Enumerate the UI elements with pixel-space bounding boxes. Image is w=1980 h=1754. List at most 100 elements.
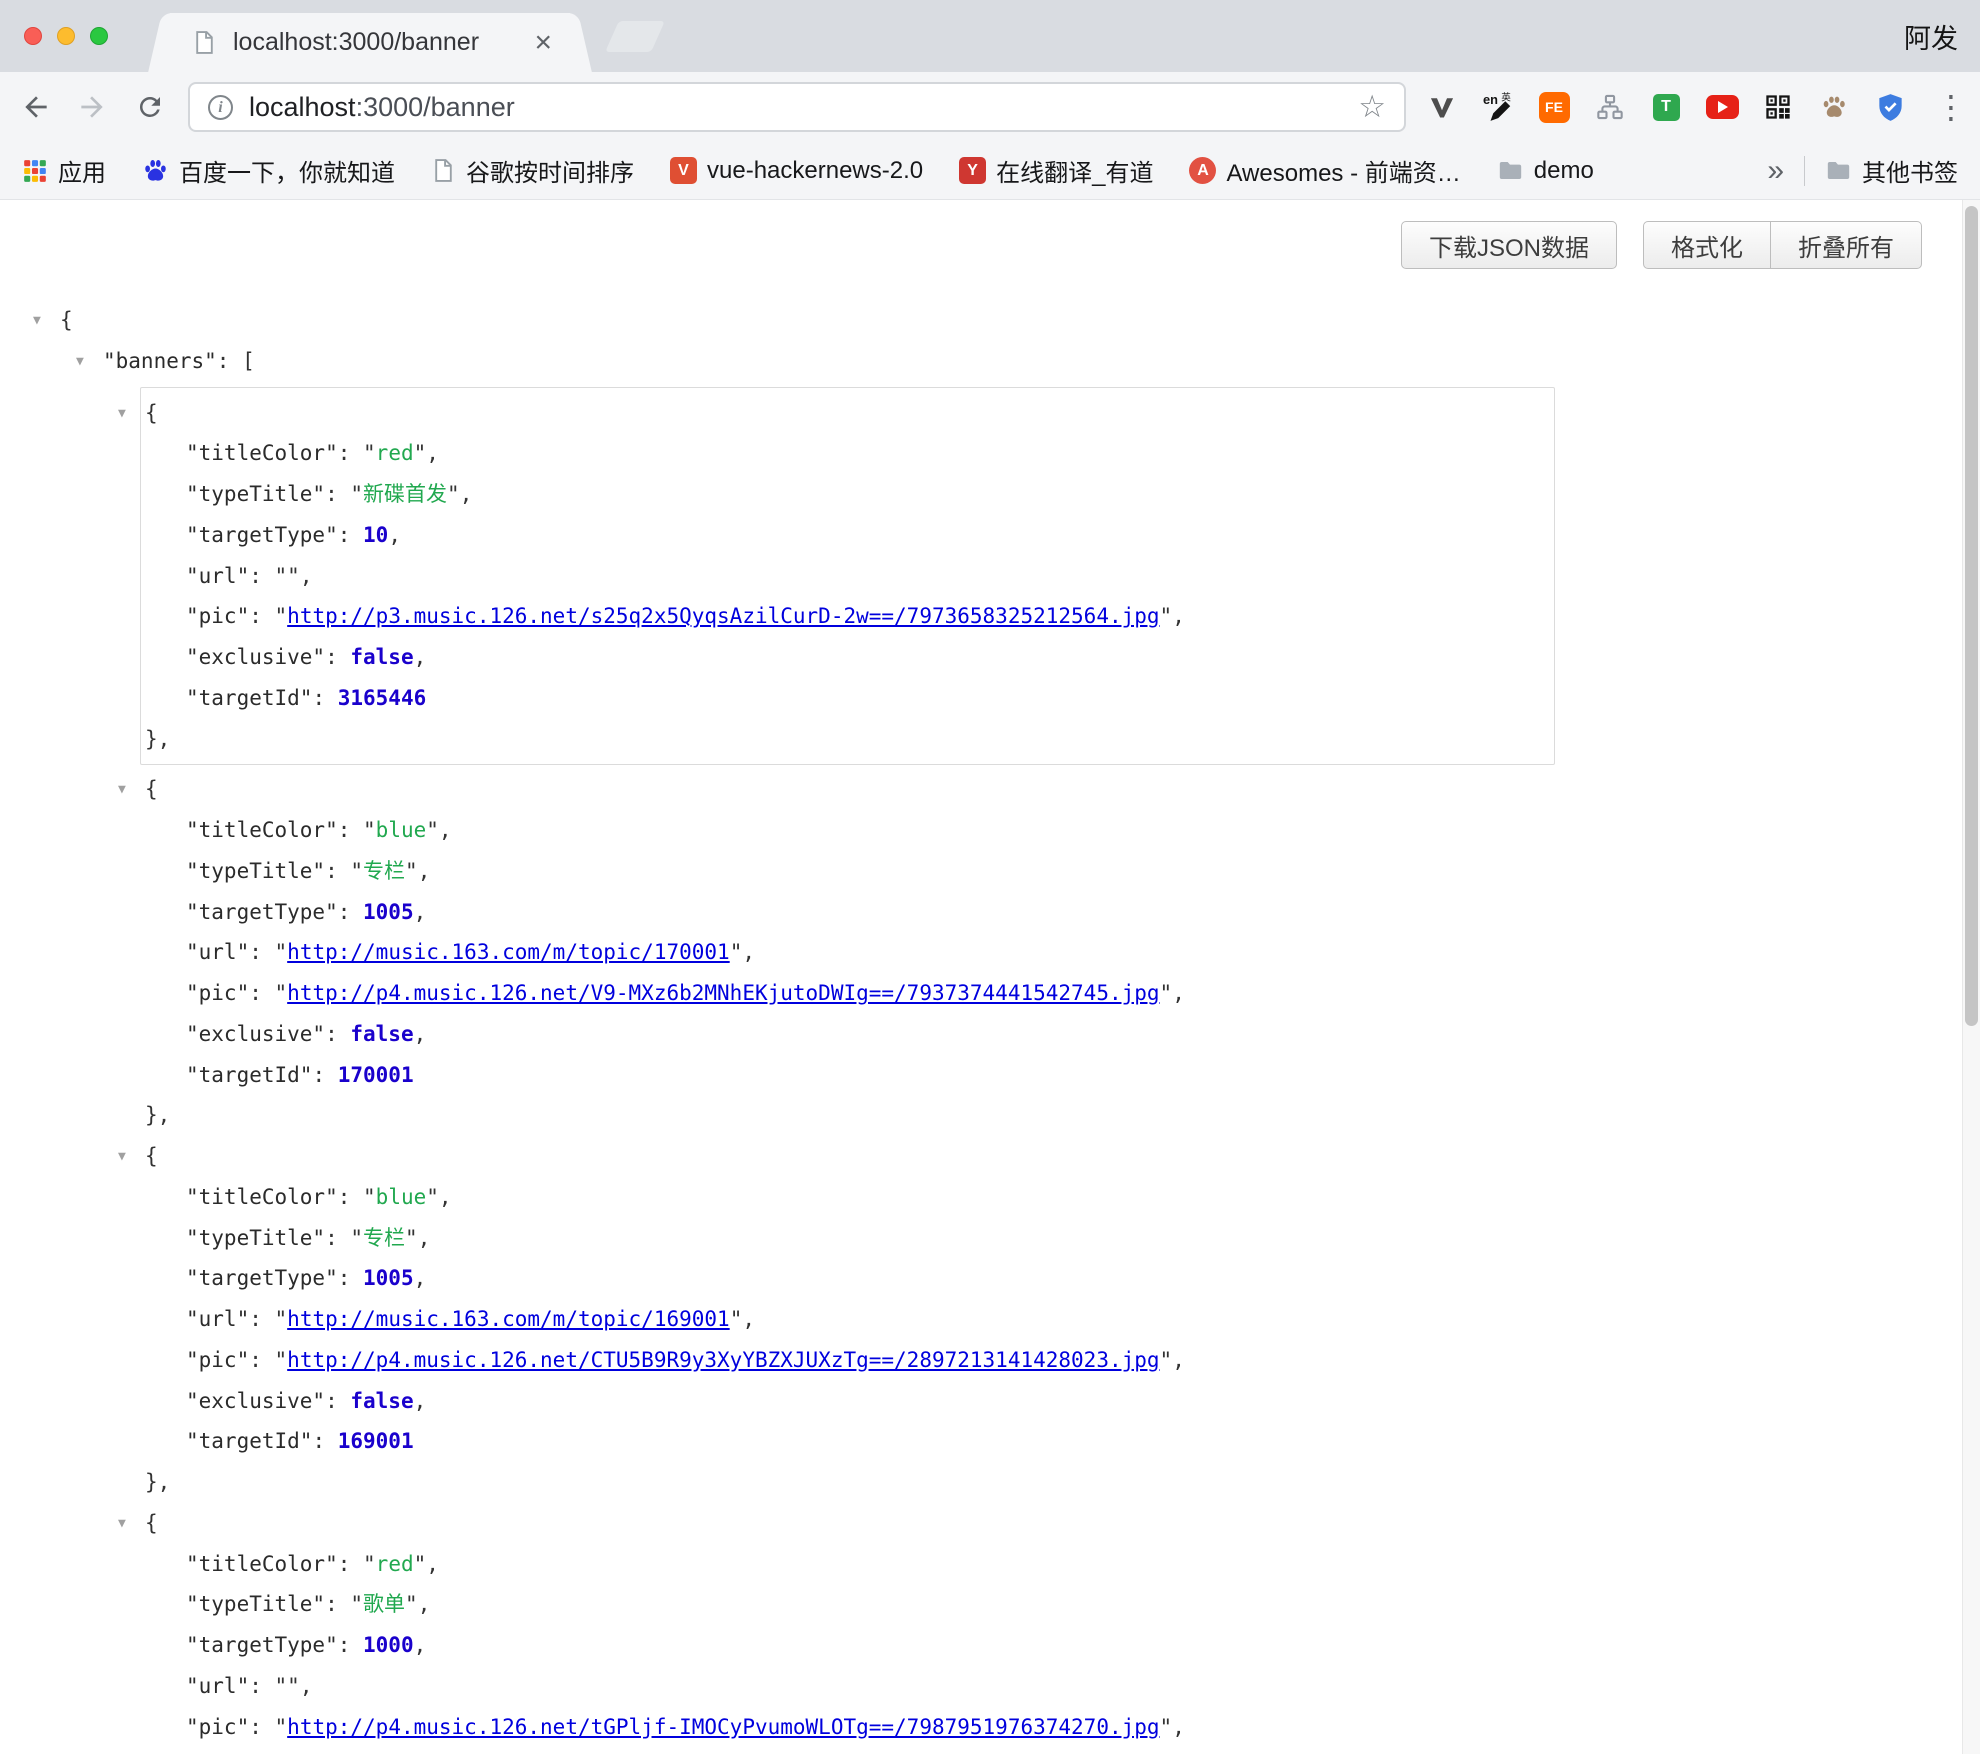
bookmark-label: 应用 bbox=[58, 153, 106, 188]
collapse-toggle-icon[interactable]: ▼ bbox=[118, 770, 126, 811]
bookmark-item[interactable]: 应用 bbox=[22, 153, 106, 188]
youtube-icon[interactable] bbox=[1704, 95, 1740, 119]
forward-button[interactable] bbox=[64, 72, 120, 142]
bookmark-item[interactable]: demo bbox=[1497, 157, 1594, 185]
json-line: "titleColor": "red", bbox=[141, 433, 1554, 474]
bookmark-star-icon[interactable]: ☆ bbox=[1358, 89, 1386, 125]
youdao-icon: Y bbox=[959, 157, 986, 184]
browser-tab[interactable]: localhost:3000/banner × bbox=[170, 13, 570, 72]
sitemap-icon[interactable] bbox=[1592, 93, 1628, 121]
json-line: ▼{ bbox=[141, 393, 1554, 434]
collapse-all-button[interactable]: 折叠所有 bbox=[1771, 221, 1922, 269]
bookmark-label: 谷歌按时间排序 bbox=[466, 153, 634, 188]
json-line: }, bbox=[0, 1095, 1960, 1136]
awesomes-icon: A bbox=[1189, 157, 1216, 184]
json-url-link[interactable]: http://music.163.com/m/topic/169001 bbox=[287, 1307, 730, 1331]
browser-menu-icon[interactable]: ⋮ bbox=[1934, 72, 1968, 142]
page-icon bbox=[431, 158, 456, 183]
url-text: localhost:3000/banner bbox=[249, 92, 1358, 123]
json-line: "titleColor": "blue", bbox=[0, 810, 1960, 851]
json-line: "pic": "http://p4.music.126.net/CTU5B9R9… bbox=[0, 1340, 1960, 1381]
page-content: 下载JSON数据 格式化 折叠所有 ▼{▼"banners": [▼{"titl… bbox=[0, 200, 1980, 1754]
json-line: "exclusive": false, bbox=[141, 637, 1554, 678]
security-shield-icon[interactable] bbox=[1872, 93, 1908, 122]
page-favicon-icon bbox=[192, 30, 217, 55]
fe-helper-icon[interactable]: FE bbox=[1536, 92, 1572, 123]
page-info-icon[interactable]: i bbox=[208, 95, 233, 120]
bookmark-label: Awesomes - 前端资… bbox=[1226, 153, 1460, 188]
collapse-toggle-icon[interactable]: ▼ bbox=[118, 1504, 126, 1545]
bookmark-item[interactable]: 百度一下，你就知道 bbox=[142, 153, 395, 188]
json-line: "titleColor": "blue", bbox=[0, 1177, 1960, 1218]
json-line: ▼{ bbox=[0, 300, 1960, 341]
scrollbar-track bbox=[1962, 200, 1980, 1754]
v-badge-icon: V bbox=[670, 157, 697, 184]
back-button[interactable] bbox=[8, 72, 64, 142]
svg-text:en: en bbox=[1483, 92, 1498, 107]
folder-icon bbox=[1825, 157, 1852, 184]
json-tree: ▼{▼"banners": [▼{"titleColor": "red","ty… bbox=[0, 300, 1960, 1754]
json-line: ▼{ bbox=[0, 1503, 1960, 1544]
json-line: "exclusive": false, bbox=[0, 1381, 1960, 1422]
new-tab-button[interactable] bbox=[605, 21, 665, 52]
translate-pen-icon[interactable]: en英 bbox=[1480, 92, 1516, 122]
tab-title: localhost:3000/banner bbox=[233, 28, 534, 57]
bookmarks-overflow-icon[interactable]: » bbox=[1767, 154, 1784, 188]
bookmarks-separator bbox=[1804, 156, 1805, 186]
json-line: ▼"banners": [ bbox=[0, 341, 1960, 382]
address-bar[interactable]: i localhost:3000/banner ☆ bbox=[188, 82, 1406, 132]
extension-icons: en英 FE T bbox=[1424, 72, 1908, 142]
json-line: "pic": "http://p3.music.126.net/s25q2x5Q… bbox=[141, 596, 1554, 637]
json-line: "typeTitle": "新碟首发", bbox=[141, 474, 1554, 515]
vimium-v-icon[interactable] bbox=[1424, 93, 1460, 121]
json-line: "targetId": 3165446 bbox=[141, 678, 1554, 719]
json-line: }, bbox=[0, 1462, 1960, 1503]
json-line: "url": "", bbox=[0, 1666, 1960, 1707]
json-url-link[interactable]: http://p3.music.126.net/s25q2x5QyqsAzilC… bbox=[287, 604, 1159, 628]
collapse-toggle-icon[interactable]: ▼ bbox=[118, 394, 126, 435]
collapse-toggle-icon[interactable]: ▼ bbox=[76, 342, 84, 383]
collapse-toggle-icon[interactable]: ▼ bbox=[33, 301, 41, 342]
collapse-toggle-icon[interactable]: ▼ bbox=[118, 1137, 126, 1178]
t-shield-icon[interactable]: T bbox=[1648, 94, 1684, 121]
json-line: ▼{ bbox=[0, 769, 1960, 810]
bookmark-item[interactable]: A Awesomes - 前端资… bbox=[1189, 153, 1460, 188]
json-line: "url": "", bbox=[141, 556, 1554, 597]
json-url-link[interactable]: http://p4.music.126.net/tGPljf-IMOCyPvum… bbox=[287, 1715, 1159, 1739]
format-button[interactable]: 格式化 bbox=[1643, 221, 1771, 269]
json-line: "targetId": 169001 bbox=[0, 1421, 1960, 1462]
tab-close-icon[interactable]: × bbox=[534, 28, 552, 58]
json-url-link[interactable]: http://music.163.com/m/topic/170001 bbox=[287, 940, 730, 964]
bookmark-item[interactable]: Vvue-hackernews-2.0 bbox=[670, 157, 923, 185]
reload-button[interactable] bbox=[122, 72, 178, 142]
bookmark-label: vue-hackernews-2.0 bbox=[707, 157, 923, 185]
json-line: "targetType": 1000, bbox=[0, 1625, 1960, 1666]
other-bookmarks-label: 其他书签 bbox=[1862, 153, 1958, 188]
paw-icon[interactable] bbox=[1816, 93, 1852, 121]
json-line: ▼{ bbox=[0, 1136, 1960, 1177]
json-line: "typeTitle": "专栏", bbox=[0, 851, 1960, 892]
window-close-button[interactable] bbox=[24, 27, 42, 45]
bookmark-item[interactable]: Y在线翻译_有道 bbox=[959, 153, 1153, 188]
qr-code-icon[interactable] bbox=[1760, 93, 1796, 121]
json-line: "targetType": 1005, bbox=[0, 1258, 1960, 1299]
scrollbar-thumb[interactable] bbox=[1965, 206, 1978, 1026]
window-minimize-button[interactable] bbox=[57, 27, 75, 45]
download-json-button[interactable]: 下载JSON数据 bbox=[1401, 221, 1617, 269]
window-zoom-button[interactable] bbox=[90, 27, 108, 45]
json-line: "pic": "http://p4.music.126.net/tGPljf-I… bbox=[0, 1707, 1960, 1748]
json-object-box: ▼{"titleColor": "red","typeTitle": "新碟首发… bbox=[140, 387, 1555, 766]
json-line: "exclusive": false, bbox=[0, 1014, 1960, 1055]
svg-text:英: 英 bbox=[1501, 92, 1511, 104]
viewer-toolbar: 下载JSON数据 格式化 折叠所有 bbox=[1401, 221, 1922, 269]
json-line: }, bbox=[141, 719, 1554, 760]
window-controls bbox=[24, 27, 108, 45]
bookmark-label: demo bbox=[1534, 157, 1594, 185]
bookmark-label: 百度一下，你就知道 bbox=[179, 153, 395, 188]
json-url-link[interactable]: http://p4.music.126.net/V9-MXz6b2MNhEKju… bbox=[287, 981, 1159, 1005]
bookmark-item[interactable]: 谷歌按时间排序 bbox=[431, 153, 634, 188]
json-line: "targetType": 1005, bbox=[0, 892, 1960, 933]
json-line: "typeTitle": "专栏", bbox=[0, 1218, 1960, 1259]
other-bookmarks-folder[interactable]: 其他书签 bbox=[1825, 153, 1958, 188]
json-url-link[interactable]: http://p4.music.126.net/CTU5B9R9y3XyYBZX… bbox=[287, 1348, 1159, 1372]
